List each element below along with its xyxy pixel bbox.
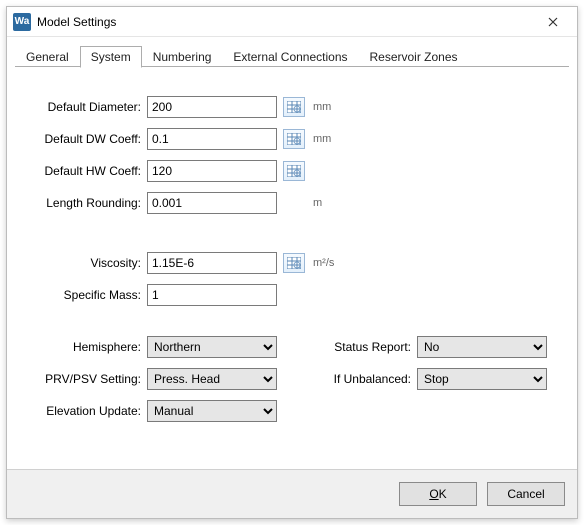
label-if-unbalanced: If Unbalanced:	[317, 372, 417, 386]
label-status-report: Status Report:	[317, 340, 417, 354]
input-default-hw[interactable]	[147, 160, 277, 182]
table-lookup-icon	[287, 133, 301, 145]
select-if-unbalanced[interactable]: Stop	[417, 368, 547, 390]
label-hemisphere: Hemisphere:	[27, 340, 147, 354]
label-default-hw: Default HW Coeff:	[27, 164, 147, 178]
close-icon	[548, 17, 558, 27]
ok-button[interactable]: OK	[399, 482, 477, 506]
label-prv-psv: PRV/PSV Setting:	[27, 372, 147, 386]
dialog-window: Wa Model Settings General System Numberi…	[6, 6, 578, 519]
label-default-dw: Default DW Coeff:	[27, 132, 147, 146]
picker-default-dw[interactable]	[283, 129, 305, 149]
input-viscosity[interactable]	[147, 252, 277, 274]
tab-numbering[interactable]: Numbering	[142, 46, 223, 67]
dialog-footer: OK Cancel	[7, 469, 577, 518]
unit-default-dw: mm	[313, 133, 345, 145]
select-hemisphere[interactable]: Northern	[147, 336, 277, 358]
window-title: Model Settings	[37, 15, 533, 29]
input-specific-mass[interactable]	[147, 284, 277, 306]
titlebar: Wa Model Settings	[7, 7, 577, 37]
picker-default-diameter[interactable]	[283, 97, 305, 117]
table-lookup-icon	[287, 257, 301, 269]
table-lookup-icon	[287, 165, 301, 177]
label-specific-mass: Specific Mass:	[27, 288, 147, 302]
table-lookup-icon	[287, 101, 301, 113]
tab-system[interactable]: System	[80, 46, 142, 68]
label-elevation-update: Elevation Update:	[27, 404, 147, 418]
input-length-rounding[interactable]	[147, 192, 277, 214]
ok-label-tail: K	[439, 487, 447, 501]
tab-content: Default Diameter: mm Default DW Coeff: m…	[7, 67, 577, 469]
tab-reservoir-zones[interactable]: Reservoir Zones	[359, 46, 469, 67]
cancel-button[interactable]: Cancel	[487, 482, 565, 506]
input-default-diameter[interactable]	[147, 96, 277, 118]
tab-external-connections[interactable]: External Connections	[222, 46, 358, 67]
label-default-diameter: Default Diameter:	[27, 100, 147, 114]
app-icon: Wa	[13, 13, 31, 31]
tab-general[interactable]: General	[15, 46, 80, 67]
unit-length-rounding: m	[313, 197, 345, 209]
unit-viscosity: m²/s	[313, 257, 345, 269]
select-elevation-update[interactable]: Manual	[147, 400, 277, 422]
select-status-report[interactable]: No	[417, 336, 547, 358]
unit-default-diameter: mm	[313, 101, 345, 113]
picker-viscosity[interactable]	[283, 253, 305, 273]
select-prv-psv[interactable]: Press. Head	[147, 368, 277, 390]
tabstrip: General System Numbering External Connec…	[7, 37, 577, 67]
label-viscosity: Viscosity:	[27, 256, 147, 270]
picker-default-hw[interactable]	[283, 161, 305, 181]
close-button[interactable]	[533, 8, 573, 36]
input-default-dw[interactable]	[147, 128, 277, 150]
label-length-rounding: Length Rounding:	[27, 196, 147, 210]
